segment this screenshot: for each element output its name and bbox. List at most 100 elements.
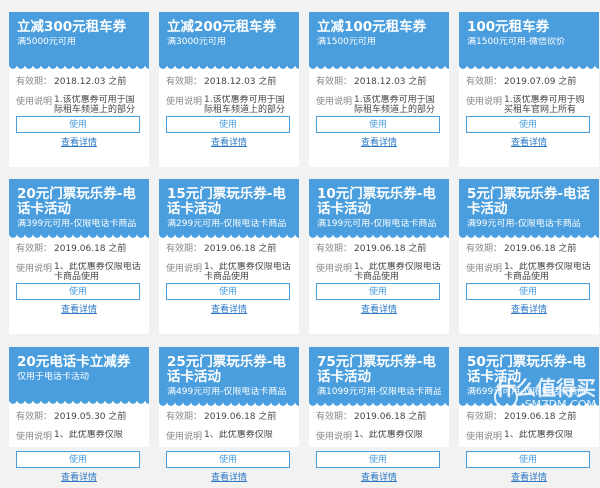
- validity-value: 2019.06.18 之前: [354, 412, 427, 422]
- use-button[interactable]: 使用: [16, 451, 140, 468]
- coupon-wave-edge: [309, 234, 449, 240]
- coupon-body: 有效期： 2019.06.18 之前 使用说明 1、此优惠券仅限电话卡商品使用 使用 查看…: [9, 235, 149, 320]
- coupon-subtitle: 满199元可用-仅限电话卡商品: [317, 219, 437, 229]
- coupon-body: 有效期： 2019.06.18 之前 使用说明 1、此优惠券仅限 使用 查看详情: [309, 403, 449, 488]
- view-details-link[interactable]: 查看详情: [466, 473, 592, 484]
- coupon-card: 立减300元租车券满5000元可用有效期： 2018.12.03 之前 使用说明 1.…: [9, 12, 149, 167]
- coupon-title: 5元门票玩乐券-电话卡活动: [467, 186, 590, 217]
- use-button[interactable]: 使用: [466, 451, 590, 468]
- view-details-link[interactable]: 查看详情: [466, 305, 592, 316]
- use-button[interactable]: 使用: [466, 116, 590, 133]
- validity-value: 2019.05.30 之前: [54, 412, 127, 422]
- coupon-header: 15元门票玩乐券-电话卡活动 满299元可用-仅限电话卡商品: [159, 179, 299, 240]
- coupon-card: 立减100元租车券 满1500元可用 有效期： 2018.12.03 之前 使用说明 1.…: [309, 12, 449, 167]
- view-details-link[interactable]: 查看详情: [16, 473, 142, 484]
- coupon-card: 5元门票玩乐券-电话卡活动 满99元可用-仅限电话卡商品 有效期： 2019.06.1…: [459, 179, 599, 334]
- coupon-body: 有效期： 2019.05.30 之前使用说明 1、此优惠券仅限 使用查看详情: [9, 401, 149, 488]
- instructions-row: 使用说明 1、此优惠券仅限: [16, 430, 142, 448]
- instructions-row: 使用说明 1、此优惠券仅限: [466, 430, 592, 448]
- coupon-card: 20元门票玩乐券-电话卡活动 满399元可用-仅限电话卡商品 有效期： 2019.06…: [9, 179, 149, 334]
- validity-row: 有效期： 2019.06.18 之前: [166, 242, 292, 256]
- validity-value: 2019.06.18 之前: [54, 244, 127, 254]
- coupon-body: 有效期： 2018.12.03 之前 使用说明 1.该优惠券可用于国际租车频道上的部分…: [309, 66, 449, 153]
- coupon-wave-edge: [159, 234, 299, 240]
- use-button[interactable]: 使用: [166, 451, 290, 468]
- coupon-card: 20元电话卡立减券 仅用于电话卡活动有效期： 2019.05.30 之前使用说明 1、…: [9, 347, 149, 483]
- validity-value: 2019.07.09 之前: [504, 77, 577, 87]
- use-button[interactable]: 使用: [16, 116, 140, 133]
- validity-row: 有效期： 2019.05.30 之前: [16, 410, 142, 424]
- instructions-row: 使用说明 1、此优惠券仅限: [316, 430, 442, 448]
- instructions-value: 1、此优惠券仅限电话卡商品使用: [504, 262, 591, 280]
- validity-label: 有效期：: [166, 244, 203, 254]
- coupon-title: 立减300元租车券: [17, 19, 127, 35]
- instructions-label: 使用说明: [16, 264, 53, 274]
- coupon-card: 15元门票玩乐券-电话卡活动 满299元可用-仅限电话卡商品 有效期： 2019.06…: [159, 179, 299, 334]
- validity-row: 有效期： 2019.06.18 之前: [16, 242, 142, 256]
- validity-row: 有效期： 2018.12.03 之前: [316, 75, 442, 89]
- coupon-title: 25元门票玩乐券-电话卡活动: [167, 354, 286, 385]
- coupon-body: 有效期： 2019.06.18 之前 使用说明 1、此优惠券仅限电话卡商品使用使用查看…: [459, 235, 599, 320]
- validity-value: 2019.06.18 之前: [204, 412, 277, 422]
- use-button[interactable]: 使用: [16, 283, 140, 300]
- validity-row: 有效期： 2019.06.18 之前: [316, 410, 442, 424]
- view-details-link[interactable]: 查看详情: [166, 138, 292, 149]
- validity-label: 有效期：: [316, 412, 353, 422]
- use-button[interactable]: 使用: [316, 283, 440, 300]
- validity-row: 有效期： 2019.07.09 之前: [466, 75, 592, 89]
- instructions-row: 使用说明 1.该优惠券可用于购买租车官网上所有: [466, 95, 592, 113]
- instructions-row: 使用说明 1、此优惠券仅限电话卡商品使用: [16, 262, 142, 280]
- instructions-label: 使用说明: [166, 97, 203, 107]
- coupon-title: 立减100元租车券: [317, 19, 427, 35]
- coupon-title: 15元门票玩乐券-电话卡活动: [167, 186, 286, 217]
- coupon-subtitle: 满1500元可用-微信砍价: [467, 37, 566, 47]
- instructions-label: 使用说明: [316, 264, 353, 274]
- instructions-label: 使用说明: [316, 432, 353, 442]
- view-details-link[interactable]: 查看详情: [16, 138, 142, 149]
- validity-label: 有效期：: [16, 77, 53, 87]
- coupon-wave-edge: [159, 402, 299, 408]
- coupon-wave-edge: [459, 234, 599, 240]
- instructions-label: 使用说明: [466, 264, 503, 274]
- validity-label: 有效期：: [166, 77, 203, 87]
- coupon-card: 100元租车券满1500元可用-微信砍价有效期： 2019.07.09 之前使用说…: [459, 12, 599, 167]
- coupon-grid: 立减300元租车券 满5000元可用 有效期： 2018.12.03 之前 使用说明 1.…: [0, 0, 600, 483]
- view-details-link[interactable]: 查看详情: [166, 473, 292, 484]
- coupon-header: 20元电话卡立减券 仅用于电话卡活动: [9, 347, 149, 406]
- coupon-header: 75元门票玩乐券-电话卡活动 满1099元可用-仅限电话卡商品: [309, 347, 449, 408]
- coupon-body: 有效期： 2019.06.18 之前 使用说明 1、此优惠券仅限电话卡商品使用 使用 查看…: [159, 235, 299, 320]
- validity-value: 2019.06.18 之前: [504, 244, 577, 254]
- view-details-link[interactable]: 查看详情: [316, 138, 442, 149]
- view-details-link[interactable]: 查看详情: [316, 473, 442, 484]
- coupon-body: 有效期： 2019.06.18 之前 使用说明 1、此优惠券仅限 使用 查看详情: [159, 403, 299, 488]
- validity-label: 有效期：: [316, 77, 353, 87]
- instructions-value: 1.该优惠券可用于国际租车频道上的部分: [54, 95, 136, 113]
- validity-value: 2018.12.03 之前: [354, 77, 427, 87]
- use-button[interactable]: 使用: [166, 116, 290, 133]
- instructions-value: 1.该优惠券可用于国际租车频道上的部分: [204, 95, 286, 113]
- coupon-body: 有效期： 2018.12.03 之前 使用说明 1.该优惠券可用于国际租车频道上的部分…: [9, 66, 149, 153]
- view-details-link[interactable]: 查看详情: [166, 305, 292, 316]
- use-button[interactable]: 使用: [316, 116, 440, 133]
- use-button[interactable]: 使用: [466, 283, 590, 300]
- coupon-subtitle: 满3000元可用: [167, 37, 226, 47]
- view-details-link[interactable]: 查看详情: [466, 138, 592, 149]
- validity-label: 有效期：: [466, 244, 503, 254]
- coupon-subtitle: 满499元可用-仅限电话卡商品: [167, 387, 287, 397]
- coupon-subtitle: 仅用于电话卡活动: [17, 372, 90, 382]
- coupon-title: 20元门票玩乐券-电话卡活动: [17, 186, 136, 217]
- instructions-value: 1、此优惠券仅限电话卡商品使用: [54, 262, 141, 280]
- use-button[interactable]: 使用: [316, 451, 440, 468]
- validity-label: 有效期：: [16, 244, 53, 254]
- validity-label: 有效期：: [16, 412, 53, 422]
- instructions-value: 1、此优惠券仅限: [354, 430, 423, 440]
- coupon-title: 100元租车券: [467, 19, 550, 35]
- view-details-link[interactable]: 查看详情: [16, 305, 142, 316]
- validity-row: 有效期： 2019.06.18 之前: [166, 410, 292, 424]
- use-button[interactable]: 使用: [166, 283, 290, 300]
- coupon-subtitle: 满5000元可用: [17, 37, 76, 47]
- instructions-value: 1.该优惠券可用于购买租车官网上所有: [504, 95, 585, 113]
- instructions-value: 1、此优惠券仅限: [204, 430, 273, 440]
- validity-row: 有效期： 2018.12.03 之前: [166, 75, 292, 89]
- view-details-link[interactable]: 查看详情: [316, 305, 442, 316]
